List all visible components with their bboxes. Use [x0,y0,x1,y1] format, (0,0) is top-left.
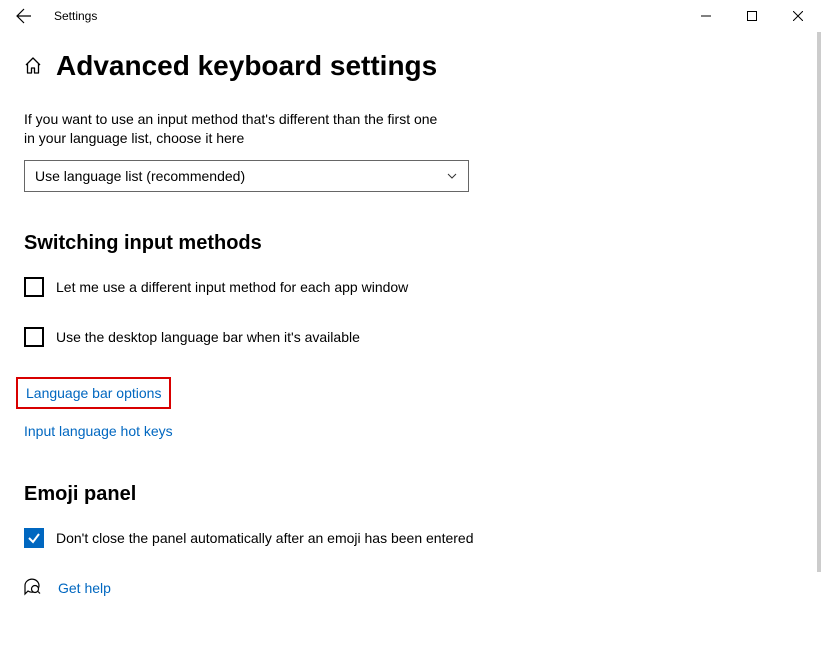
emoji-panel-heading: Emoji panel [24,483,797,506]
dropdown-value: Use language list (recommended) [35,168,245,184]
override-description: If you want to use an input method that'… [24,110,444,148]
chevron-down-icon [446,170,458,182]
per-app-input-label: Let me use a different input method for … [56,279,408,295]
app-title: Settings [54,9,97,23]
help-icon [24,578,42,599]
maximize-button[interactable] [729,0,775,32]
emoji-panel-autoclose-label: Don't close the panel automatically afte… [56,530,473,546]
minimize-button[interactable] [683,0,729,32]
desktop-language-bar-checkbox[interactable] [24,327,44,347]
switching-input-methods-heading: Switching input methods [24,232,797,255]
close-icon [793,11,803,21]
language-bar-options-link[interactable]: Language bar options [16,377,171,409]
get-help-link[interactable]: Get help [58,580,111,596]
minimize-icon [701,11,711,21]
back-arrow-icon [16,8,32,24]
desktop-language-bar-label: Use the desktop language bar when it's a… [56,329,360,345]
maximize-icon [747,11,757,21]
page-title: Advanced keyboard settings [56,50,437,82]
per-app-input-checkbox[interactable] [24,277,44,297]
vertical-scrollbar[interactable] [817,32,821,572]
home-icon[interactable] [24,57,42,75]
title-bar: Settings [0,0,821,32]
input-method-dropdown[interactable]: Use language list (recommended) [24,160,469,192]
input-language-hotkeys-link[interactable]: Input language hot keys [24,423,173,439]
content-area: Advanced keyboard settings If you want t… [0,32,821,599]
close-button[interactable] [775,0,821,32]
emoji-panel-autoclose-checkbox[interactable] [24,528,44,548]
back-button[interactable] [4,0,44,32]
